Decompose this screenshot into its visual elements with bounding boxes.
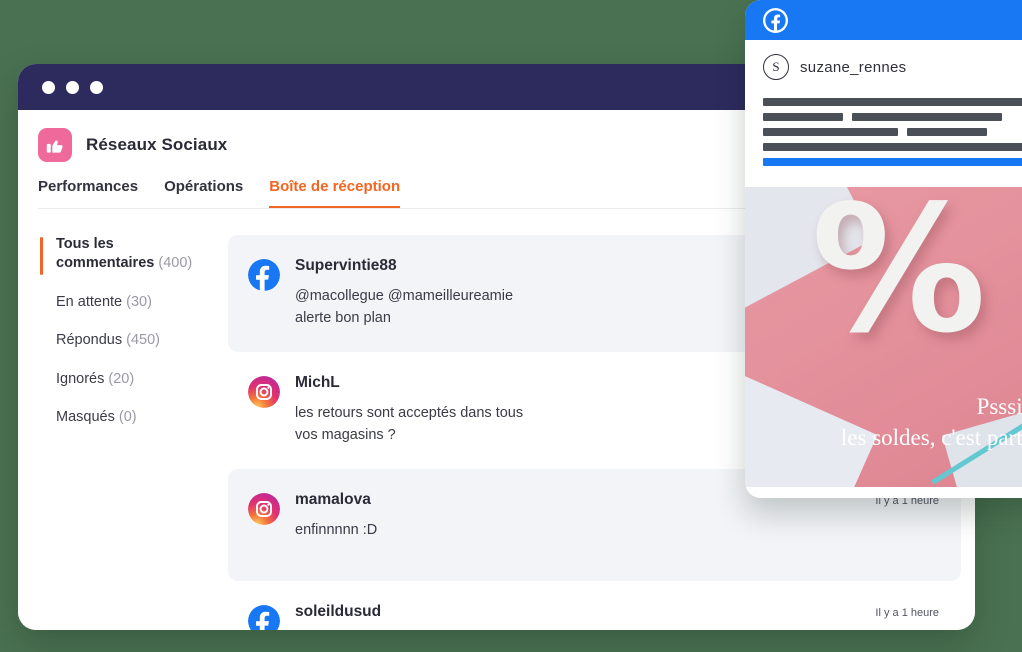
window-dot-minimize[interactable] xyxy=(66,80,79,94)
avatar: S xyxy=(763,54,789,80)
skeleton-link-bar[interactable] xyxy=(763,158,1022,166)
skeleton-bar xyxy=(763,128,898,136)
tab-boite-de-reception[interactable]: Boîte de réception xyxy=(269,178,401,209)
filter-sidebar: Tous les commentaires (400) En attente (… xyxy=(18,235,228,630)
facebook-icon xyxy=(248,259,280,291)
skeleton-row xyxy=(763,113,1022,121)
post-card-header xyxy=(745,0,1022,40)
page-title: Réseaux Sociaux xyxy=(86,135,228,154)
instagram-icon xyxy=(248,375,280,408)
skeleton-bar xyxy=(763,98,1022,106)
comment-author: soleildusud xyxy=(295,602,382,620)
promo-line-2: les soldes, c'est parti xyxy=(840,424,1022,450)
facebook-icon xyxy=(763,7,788,33)
filter-count: (0) xyxy=(118,409,137,426)
comment-body: mamalova Il y a 1 heure enfinnnnn :D xyxy=(295,491,939,559)
comment-text: @macollegue @mameilleureamie alerte bon … xyxy=(295,288,514,327)
post-reactions xyxy=(745,487,1022,498)
filter-count: (20) xyxy=(108,370,135,387)
filter-count: (400) xyxy=(158,255,193,272)
skeleton-row xyxy=(763,143,1022,151)
skeleton-row xyxy=(763,128,1022,136)
post-account-row: S suzane_rennes xyxy=(745,40,1022,80)
thumbs-up-icon xyxy=(38,128,72,162)
comment-author: MichL xyxy=(295,373,340,391)
social-post-card: S suzane_rennes % Psssit les soldes, c'e… xyxy=(745,0,1022,498)
facebook-icon xyxy=(248,604,280,630)
filter-masques[interactable]: Masqués (0) xyxy=(40,408,200,427)
skeleton-row xyxy=(763,98,1022,106)
filter-label: Masqués xyxy=(56,409,115,426)
tab-performances[interactable]: Performances xyxy=(38,178,138,209)
percent-symbol: % xyxy=(811,187,987,372)
filter-count: (30) xyxy=(126,293,152,310)
comment-text: les retours sont acceptés dans tous vos … xyxy=(295,404,524,444)
filter-repondus[interactable]: Répondus (450) xyxy=(40,331,200,350)
comment-text: enfinnnnn :D xyxy=(295,521,378,538)
filter-en-attente[interactable]: En attente (30) xyxy=(40,293,200,312)
instagram-icon xyxy=(248,492,280,525)
comment-timestamp: Il y a 1 heure xyxy=(875,606,939,619)
comment-author: Supervintie88 xyxy=(295,257,397,274)
filter-label: Tous les commentaires xyxy=(56,236,155,272)
comment-header: soleildusud Il y a 1 heure xyxy=(295,603,939,621)
tab-operations[interactable]: Opérations xyxy=(164,178,243,209)
comment-row[interactable]: soleildusud Il y a 1 heure youpiiiiiii xyxy=(228,581,961,630)
filter-label: En attente xyxy=(56,293,123,310)
skeleton-bar xyxy=(852,113,1002,121)
skeleton-row xyxy=(763,158,1022,166)
comment-body: soleildusud Il y a 1 heure youpiiiiiii xyxy=(295,603,939,630)
promo-text: Psssit les soldes, c'est parti xyxy=(745,392,1022,453)
account-name: suzane_rennes xyxy=(800,58,907,76)
filter-label: Ignorés xyxy=(56,370,105,387)
post-image[interactable]: % Psssit les soldes, c'est parti xyxy=(745,187,1022,487)
window-dot-close[interactable] xyxy=(42,80,55,94)
skeleton-bar xyxy=(763,113,843,121)
post-text-skeleton xyxy=(745,80,1022,187)
comment-author: mamalova xyxy=(295,490,371,508)
promo-line-1: Psssit xyxy=(976,394,1022,420)
filter-label: Répondus xyxy=(56,332,123,349)
filter-ignores[interactable]: Ignorés (20) xyxy=(40,370,200,389)
filter-tous-les-commentaires[interactable]: Tous les commentaires (400) xyxy=(40,235,200,275)
window-dot-maximize[interactable] xyxy=(90,80,103,94)
filter-count: (450) xyxy=(126,332,160,349)
skeleton-bar xyxy=(763,143,1022,151)
skeleton-bar xyxy=(907,128,987,136)
